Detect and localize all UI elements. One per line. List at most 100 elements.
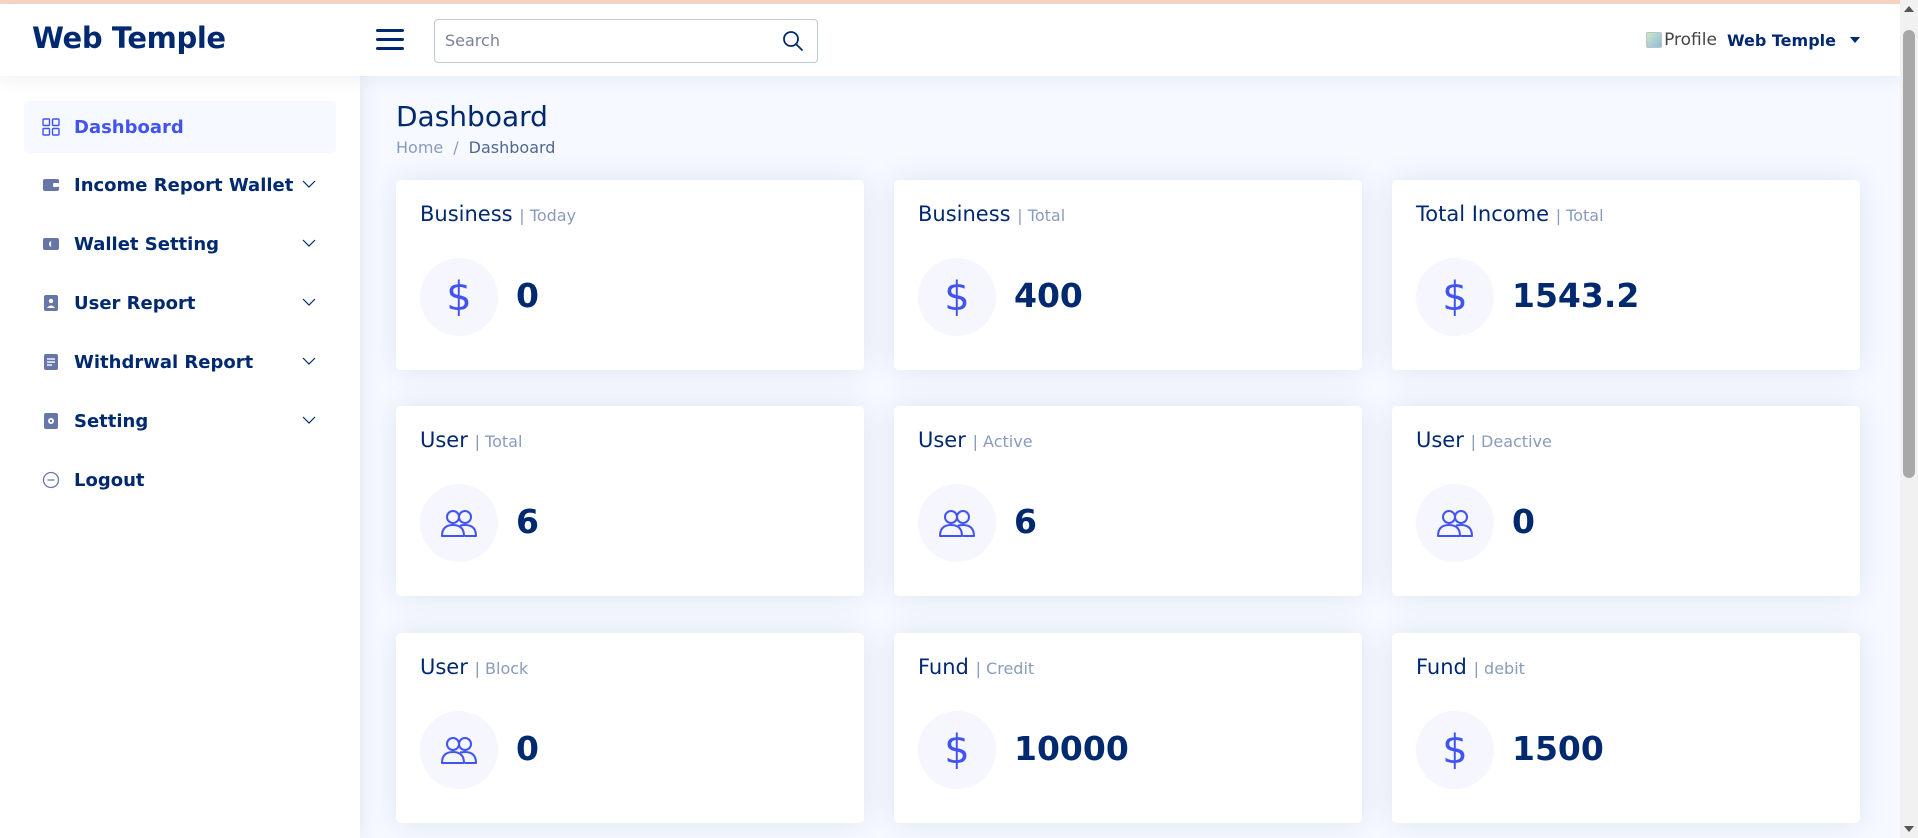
card-title-sub: | debit [1473,659,1525,678]
page-title: Dashboard [396,100,548,133]
people-svg [939,510,975,537]
sidebar-item-setting[interactable]: Setting [24,395,336,447]
stat-card: Fund | Credit $ 10000 [894,633,1362,823]
card-title: User | Total [420,428,522,452]
card-value: 0 [516,729,539,768]
scrollbar-thumb[interactable] [1903,30,1915,478]
card-title-main: User [420,655,468,679]
people-icon [1416,484,1494,562]
card-title-main: User [918,428,966,452]
chevron-down-icon[interactable] [302,179,316,189]
card-value: 1543.2 [1512,276,1640,315]
grid-icon [42,118,60,136]
file-gear-icon [42,412,60,430]
search-input[interactable] [445,20,775,60]
broken-image-icon [1646,32,1663,48]
sidebar-item-label: Dashboard [74,116,184,138]
dollar-symbol: $ [944,274,970,320]
sidebar: Dashboard Income Report Wallet Wallet Se… [0,76,360,838]
sidebar-item-label: Income Report Wallet [74,174,294,196]
main-content: Dashboard Home / Dashboard Business | To… [360,76,1900,838]
card-title: Fund | debit [1416,655,1525,679]
card-title-main: Business [918,202,1011,226]
dollar-icon: $ [420,258,498,336]
card-title-sub: | Active [972,432,1033,451]
avatar-alt-text: Profile [1664,30,1717,50]
sidebar-toggle-button[interactable] [376,29,404,53]
logo[interactable]: Web Temple [32,21,226,55]
sidebar-item-label: Setting [74,410,149,432]
sidebar-item-label: User Report [74,292,196,314]
stat-card: User | Total 6 [396,406,864,596]
card-title: User | Block [420,655,528,679]
dollar-icon: $ [1416,258,1494,336]
profile-name[interactable]: Web Temple [1727,31,1836,50]
chevron-down-icon[interactable] [302,415,316,425]
card-title: User | Deactive [1416,428,1552,452]
sidebar-item-income-report-wallet[interactable]: Income Report Wallet [24,159,336,211]
wallet-icon [42,176,60,194]
breadcrumb: Home / Dashboard [396,138,555,157]
hamburger-line [376,47,404,50]
card-title-sub: | Today [519,206,577,225]
scroll-down-arrow-icon[interactable] [1904,826,1914,832]
card-value: 400 [1014,276,1083,315]
sidebar-item-label: Wallet Setting [74,233,220,255]
card-title-sub: | Total [1017,206,1066,225]
caret-down-icon[interactable] [1850,37,1860,43]
sidebar-item-label: Withdrwal Report [74,351,254,373]
card-value: 0 [1512,502,1535,541]
sidebar-item-logout[interactable]: Logout [24,454,336,506]
search-icon[interactable] [781,29,805,53]
avatar[interactable]: Profile [1646,30,1717,50]
dash-circle-icon [42,471,60,489]
stat-card: Total Income | Total $ 1543.2 [1392,180,1860,370]
card-title: Fund | Credit [918,655,1034,679]
dollar-symbol: $ [944,727,970,773]
chevron-down-icon[interactable] [302,297,316,307]
file-text-icon [42,353,60,371]
dollar-symbol: $ [1442,727,1468,773]
breadcrumb-separator: / [453,138,459,157]
card-value: 0 [516,276,539,315]
sidebar-item-user-report[interactable]: User Report [24,277,336,329]
stat-card: Fund | debit $ 1500 [1392,633,1860,823]
card-title-main: Total Income [1416,202,1549,226]
dollar-icon: $ [918,258,996,336]
scroll-up-arrow-icon[interactable] [1904,6,1914,12]
card-title-sub: | Total [474,432,523,451]
sidebar-item-dashboard[interactable]: Dashboard [24,101,336,153]
card-title: Total Income | Total [1416,202,1604,226]
breadcrumb-home[interactable]: Home [396,138,443,157]
people-svg [441,737,477,764]
dollar-symbol: $ [446,274,472,320]
people-icon [420,711,498,789]
sidebar-item-label: Logout [74,469,145,491]
page-scrollbar[interactable] [1900,0,1918,838]
dollar-icon: $ [1416,711,1494,789]
sidebar-item-withdrwal-report[interactable]: Withdrwal Report [24,336,336,388]
card-title-sub: | Block [474,659,529,678]
wallet-icon [42,235,60,253]
file-person-icon [42,294,60,312]
chevron-down-icon[interactable] [302,238,316,248]
stat-card: Business | Total $ 400 [894,180,1362,370]
profile-dropdown[interactable]: Profile Web Temple [1646,30,1860,50]
hamburger-line [376,29,404,32]
sidebar-item-wallet-setting[interactable]: Wallet Setting [24,218,336,270]
chevron-down-icon[interactable] [302,356,316,366]
card-title-sub: | Deactive [1470,432,1552,451]
stat-card: Business | Today $ 0 [396,180,864,370]
card-value: 6 [516,502,539,541]
card-title-sub: | Credit [975,659,1035,678]
stat-card: User | Deactive 0 [1392,406,1860,596]
card-title-main: User [420,428,468,452]
card-title-main: Business [420,202,513,226]
card-title: Business | Total [918,202,1065,226]
card-title-main: Fund [918,655,969,679]
card-title-main: Fund [1416,655,1467,679]
header: Web Temple Profile Web Temple [0,4,1900,76]
dollar-icon: $ [918,711,996,789]
hamburger-line [376,38,404,41]
card-title-sub: | Total [1555,206,1604,225]
